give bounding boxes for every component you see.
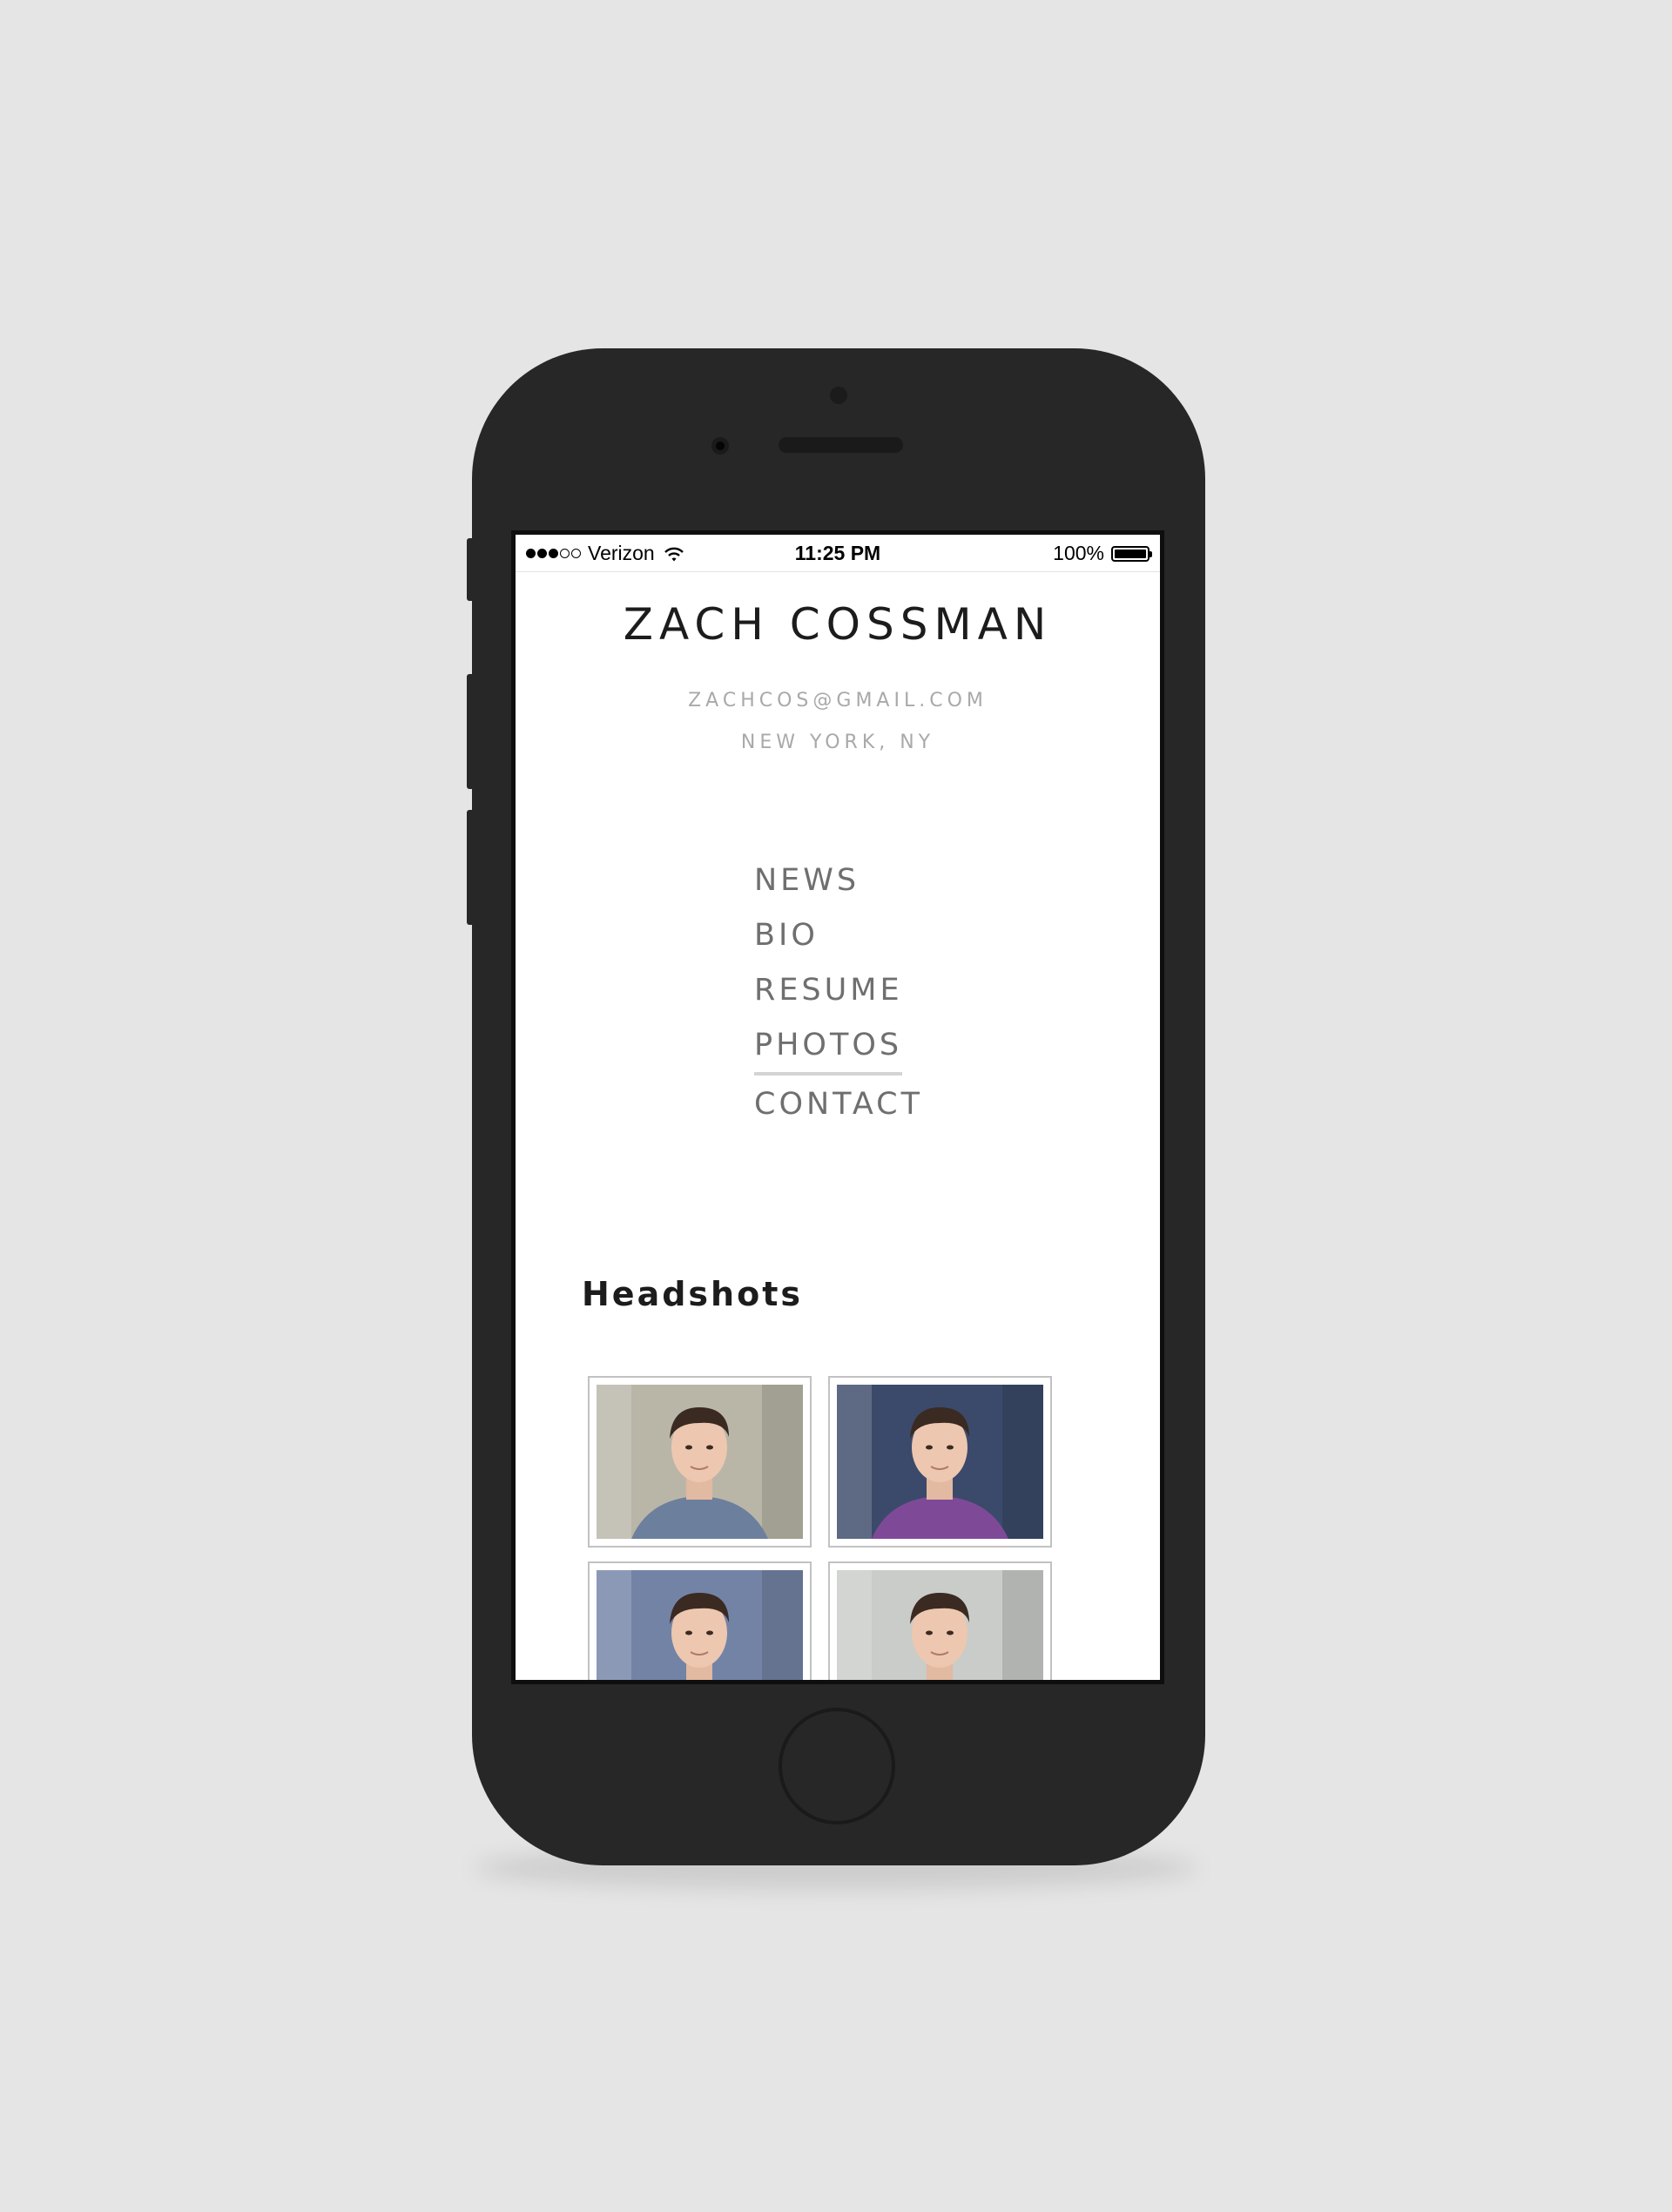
nav-item-bio[interactable]: BIO [754, 914, 923, 968]
headshot-thumbnail[interactable] [828, 1561, 1052, 1680]
location-text: NEW YORK, NY [740, 732, 935, 753]
home-button[interactable] [779, 1708, 895, 1824]
nav-item-news[interactable]: NEWS [754, 859, 923, 914]
headshot-thumbnail[interactable] [828, 1376, 1052, 1548]
nav-item-photos[interactable]: PHOTOS [754, 1023, 903, 1076]
headshot-image [837, 1570, 1043, 1680]
battery-icon [1111, 545, 1152, 562]
section-title: Headshots [582, 1275, 803, 1313]
status-bar: Verizon 11:25 PM 100% [516, 535, 1160, 572]
phone-screen: Verizon 11:25 PM 100% ZACH COSSMAN ZACHC… [511, 530, 1164, 1684]
headshot-image [837, 1385, 1043, 1539]
headshot-image [597, 1570, 803, 1680]
main-nav: NEWS BIO RESUME PHOTOS CONTACT [754, 859, 923, 1137]
headshot-image [597, 1385, 803, 1539]
front-camera-icon [711, 437, 729, 455]
earpiece-speaker [779, 437, 903, 453]
email-link[interactable]: ZACHCOS@GMAIL.COM [516, 690, 1160, 711]
status-right: 100% [1053, 542, 1152, 565]
battery-percentage: 100% [1053, 542, 1104, 564]
proximity-sensor [830, 387, 847, 404]
nav-item-resume[interactable]: RESUME [754, 968, 923, 1023]
nav-item-contact[interactable]: CONTACT [754, 1082, 923, 1137]
headshot-thumbnail[interactable] [588, 1376, 812, 1548]
headshot-thumbnail[interactable] [588, 1561, 812, 1680]
site-title[interactable]: ZACH COSSMAN [516, 599, 1160, 650]
